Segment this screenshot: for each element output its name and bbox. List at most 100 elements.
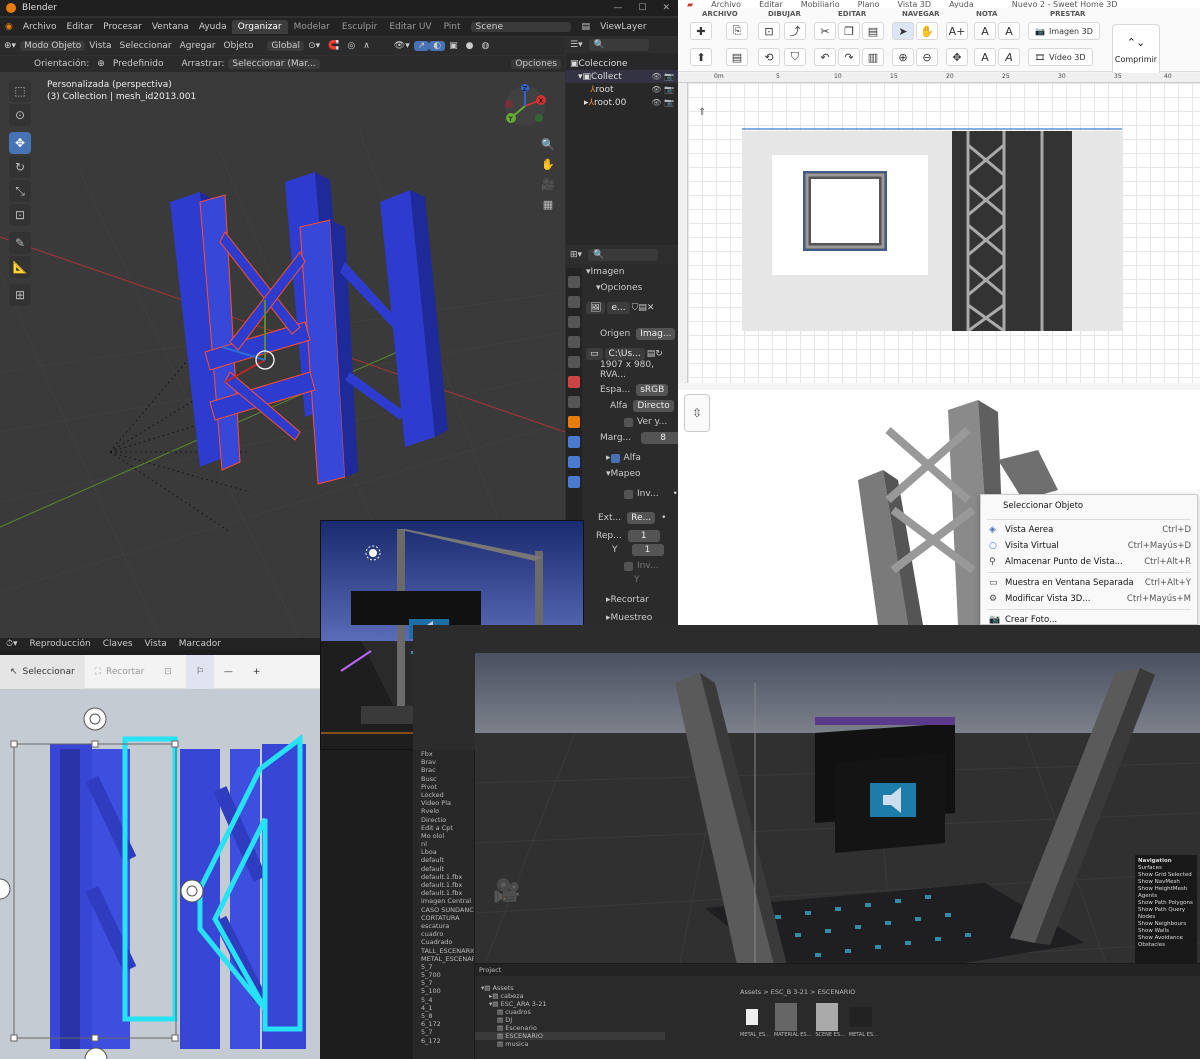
snap-icon[interactable]: 🧲: [324, 41, 343, 51]
menu-vista-timeline[interactable]: Vista: [139, 639, 173, 649]
menu-objeto[interactable]: Objeto: [219, 41, 257, 51]
mapeo-panel[interactable]: ▾ Mapeo: [606, 466, 641, 482]
editor-type-icon[interactable]: ⊕▾: [0, 41, 20, 51]
tree-item[interactable]: ▤ Escenario: [475, 1024, 665, 1032]
menu-marcador[interactable]: Marcador: [173, 639, 227, 649]
source-dropdown[interactable]: Imag...: [636, 328, 676, 340]
tree-item[interactable]: ▸▤ cabeza: [475, 992, 665, 1000]
hierarchy-item[interactable]: METAL_ESCENARIO: [413, 955, 474, 963]
draw-wall-button[interactable]: ⊡: [758, 22, 780, 40]
ctx-visita-virtual[interactable]: ○ Visita Virtual Ctrl+Mayús+D: [981, 538, 1197, 554]
hierarchy-item[interactable]: Lboa: [413, 848, 474, 856]
select-box-tool-icon[interactable]: ⬚: [9, 80, 31, 102]
orientation-value[interactable]: Predefinido: [109, 59, 168, 69]
asset-item[interactable]: MATERIAL ES...: [774, 1002, 811, 1038]
maximize-icon[interactable]: ☐: [638, 3, 646, 13]
sh-menu-archivo[interactable]: Archivo: [702, 0, 750, 8]
properties-search[interactable]: 🔍: [588, 249, 659, 261]
scene-selector[interactable]: Scene: [470, 22, 571, 32]
hierarchy-item[interactable]: 5_100: [413, 987, 474, 995]
asset-item[interactable]: METAL ES...: [849, 1002, 878, 1038]
modifier-tab-icon[interactable]: [568, 436, 580, 448]
sh-menu-ayuda[interactable]: Ayuda: [940, 0, 983, 8]
alpha-checkbox[interactable]: [610, 453, 620, 463]
hierarchy-item[interactable]: Fbx: [413, 750, 474, 758]
ctx-vista-aerea[interactable]: ◈ Vista Aerea Ctrl+D: [981, 522, 1197, 538]
hierarchy-item[interactable]: 5_8: [413, 1012, 474, 1020]
world-tab-icon[interactable]: [568, 376, 580, 388]
draw-room-button[interactable]: ⤴: [784, 22, 806, 40]
hierarchy-item[interactable]: Directio: [413, 816, 474, 824]
hierarchy-item[interactable]: TALL_ESCENARIO: [413, 947, 474, 955]
sh-menu-mobiliario[interactable]: Mobiliario: [792, 0, 849, 8]
folder-icon[interactable]: ▤↻: [647, 349, 663, 359]
alpha-dropdown[interactable]: Directo: [633, 400, 674, 412]
ctx-modificar-vista[interactable]: ⚙ Modificar Vista 3D... Ctrl+Mayús+M: [981, 591, 1197, 607]
paint3d-canvas[interactable]: [0, 689, 320, 1059]
zoom-in-button[interactable]: +: [243, 655, 271, 689]
crop-tool-button[interactable]: ⛶ Recortar: [85, 655, 155, 689]
hierarchy-item[interactable]: 5_4: [413, 996, 474, 1004]
overlay-item[interactable]: Show Neighbours: [1138, 921, 1194, 928]
mode-selector[interactable]: Modo Objeto: [20, 41, 86, 51]
hierarchy-item[interactable]: CASO SUNDANCE: [413, 906, 474, 914]
draw-polyline-button[interactable]: ⟲: [758, 48, 780, 66]
image-name-field[interactable]: e...: [607, 302, 630, 314]
timeline-editor-icon[interactable]: ⏱▾: [0, 639, 24, 649]
xray-icon[interactable]: ▣: [445, 41, 462, 51]
ctx-seleccionar-objeto[interactable]: Seleccionar Objeto: [981, 495, 1197, 517]
hierarchy-item[interactable]: escatura: [413, 922, 474, 930]
menu-ventana[interactable]: Ventana: [147, 22, 194, 32]
hierarchy-item[interactable]: 6_172: [413, 1037, 474, 1045]
panel-opciones-header[interactable]: ▾ Opciones: [596, 280, 642, 296]
transform-tool-icon[interactable]: ⊡: [9, 204, 31, 226]
menu-reproduccion[interactable]: Reproducción: [24, 639, 97, 649]
tab-pintar[interactable]: Pint: [438, 20, 467, 34]
falloff-icon[interactable]: ∧: [359, 41, 374, 51]
unity-scene-view[interactable]: 🎥: [475, 653, 1200, 989]
tab-editar-uv[interactable]: Editar UV: [383, 20, 437, 34]
pan-hand-icon[interactable]: ✋: [541, 158, 555, 172]
checkbox[interactable]: [624, 489, 633, 499]
hierarchy-item[interactable]: Pivot: [413, 783, 474, 791]
filepath-field[interactable]: C:\Us...: [604, 348, 645, 360]
asset-item[interactable]: SCENE ES...: [815, 1002, 845, 1038]
margin-field[interactable]: 8: [641, 432, 678, 444]
tool-tab-icon[interactable]: [568, 276, 580, 288]
overlay-item[interactable]: Show NavMesh: [1138, 879, 1194, 886]
overlay-icon[interactable]: ◐: [429, 41, 446, 51]
overlay-item[interactable]: Show Walls: [1138, 928, 1194, 935]
hierarchy-item[interactable]: 4_1: [413, 1004, 474, 1012]
tree-item[interactable]: ▤ ESCENARIO: [475, 1032, 665, 1040]
text-size-icon[interactable]: A: [974, 22, 996, 40]
image-actions-icon[interactable]: ⛉▤✕: [632, 303, 655, 313]
view-toggle-button[interactable]: ⚐: [185, 655, 214, 689]
measure-tool-icon[interactable]: 📐: [9, 256, 31, 278]
shading-solid-icon[interactable]: ●: [462, 41, 478, 51]
hierarchy-item[interactable]: Brav: [413, 758, 474, 766]
recortar-panel[interactable]: ▸ Recortar: [606, 592, 649, 608]
magic-select-button[interactable]: ⊡: [154, 655, 182, 689]
select-tool-button[interactable]: ↖ Seleccionar: [0, 655, 85, 689]
menu-procesar[interactable]: Procesar: [98, 22, 147, 32]
eye-icon[interactable]: 👁 📷: [651, 72, 678, 81]
ctx-ventana-separada[interactable]: ▭ Muestra en Ventana Separada Ctrl+Alt+Y: [981, 575, 1197, 591]
menu-claves[interactable]: Claves: [97, 639, 139, 649]
outliner-row-collection[interactable]: ▾▣ Collect 👁 📷: [566, 70, 678, 83]
add-furniture-button[interactable]: ⛉: [784, 48, 806, 66]
open-file-button[interactable]: ⎘: [726, 22, 748, 40]
hierarchy-item[interactable]: cuadro: [413, 930, 474, 938]
scene-tab-icon[interactable]: [568, 356, 580, 368]
muestreo-panel[interactable]: ▸ Muestreo: [606, 610, 652, 626]
ctx-crear-foto[interactable]: 📷 Crear Foto...: [981, 612, 1197, 625]
tab-organizar[interactable]: Organizar: [231, 20, 288, 34]
italic-icon[interactable]: A: [998, 48, 1020, 66]
tab-modelar[interactable]: Modelar: [288, 20, 336, 34]
camera-gizmo-icon[interactable]: 🎥: [493, 879, 520, 904]
hierarchy-item[interactable]: CORTATURA: [413, 914, 474, 922]
plan-view[interactable]: 0m 5 10 15 20 25 30 35 40 ⇑: [678, 73, 1200, 383]
minimize-icon[interactable]: —: [613, 3, 622, 13]
physics-tab-icon[interactable]: [568, 456, 580, 468]
hierarchy-item[interactable]: Video Pla: [413, 799, 474, 807]
view-layer-selector[interactable]: ViewLayer: [595, 22, 651, 32]
